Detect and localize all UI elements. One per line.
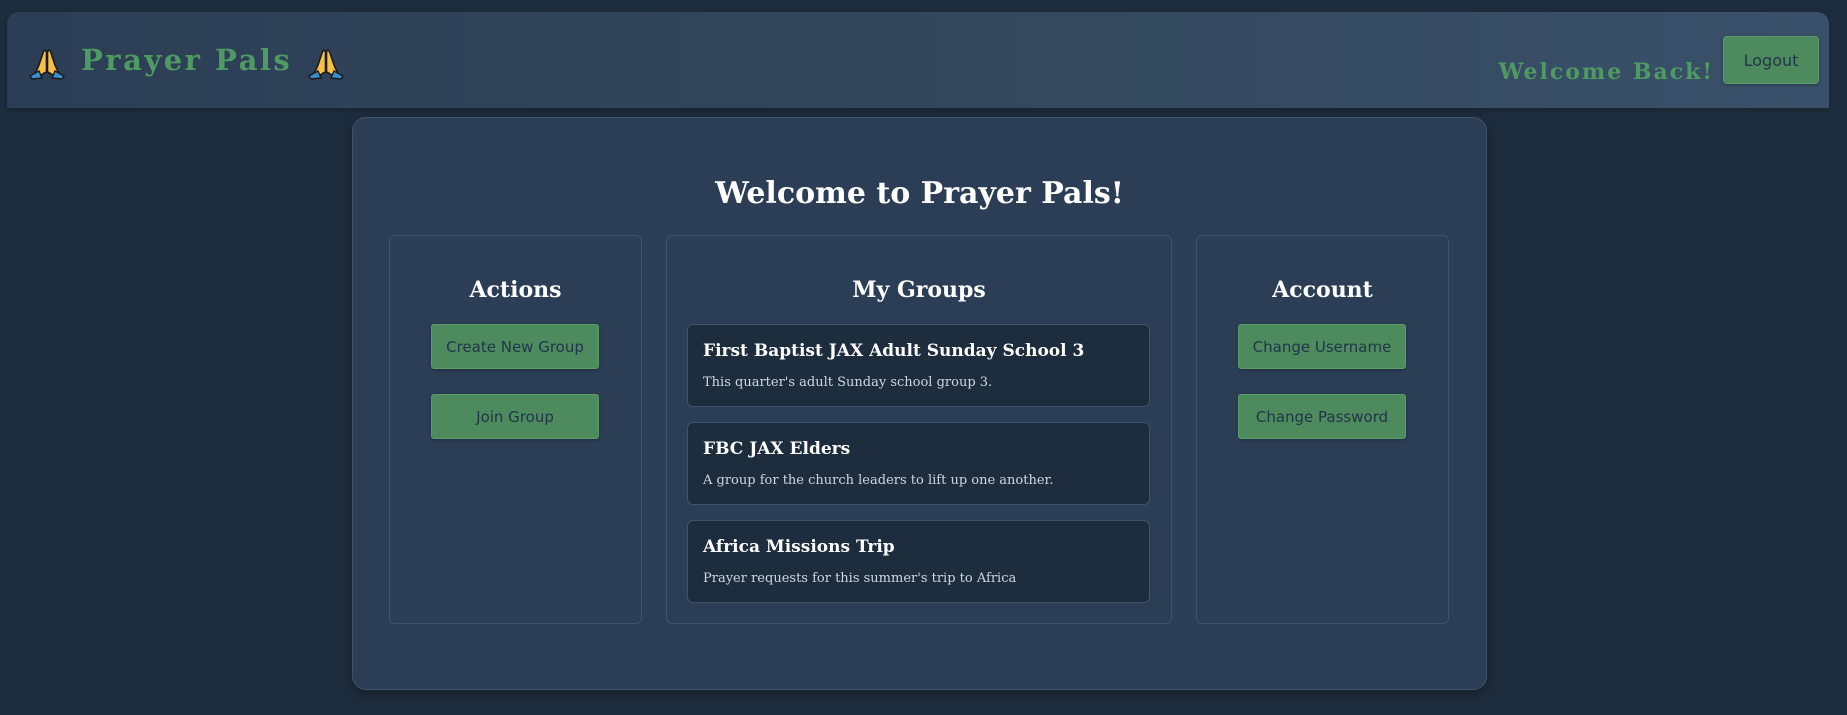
navbar: Prayer Pals Welcome Back! Logout [7,12,1829,108]
join-group-button[interactable]: Join Group [431,394,599,439]
brand[interactable]: Prayer Pals [27,40,346,80]
account-heading: Account [1272,277,1373,303]
change-username-button[interactable]: Change Username [1238,324,1406,369]
account-panel: Account Change Username Change Password [1196,235,1449,624]
praying-hands-icon [306,40,346,80]
group-description: A group for the church leaders to lift u… [703,473,1054,488]
group-description: Prayer requests for this summer's trip t… [703,571,1017,586]
dashboard-card: Welcome to Prayer Pals! Actions Create N… [352,117,1487,690]
group-name: First Baptist JAX Adult Sunday School 3 [703,341,1085,361]
group-description: This quarter's adult Sunday school group… [703,375,993,390]
page-title: Welcome to Prayer Pals! [715,176,1124,211]
change-password-button[interactable]: Change Password [1238,394,1406,439]
logout-button[interactable]: Logout [1723,36,1819,84]
actions-heading: Actions [469,277,562,303]
group-item[interactable]: First Baptist JAX Adult Sunday School 3 … [687,324,1150,407]
create-new-group-button[interactable]: Create New Group [431,324,599,369]
group-item[interactable]: Africa Missions Trip Prayer requests for… [687,520,1150,603]
logout-container: Logout [1723,12,1819,108]
my-groups-heading: My Groups [852,277,986,303]
group-item[interactable]: FBC JAX Elders A group for the church le… [687,422,1150,505]
welcome-text: Welcome Back! [1498,59,1714,85]
brand-title: Prayer Pals [81,43,293,77]
actions-panel: Actions Create New Group Join Group [389,235,642,624]
praying-hands-icon [27,40,67,80]
group-name: Africa Missions Trip [703,537,895,557]
group-name: FBC JAX Elders [703,439,851,459]
my-groups-panel: My Groups First Baptist JAX Adult Sunday… [666,235,1172,624]
